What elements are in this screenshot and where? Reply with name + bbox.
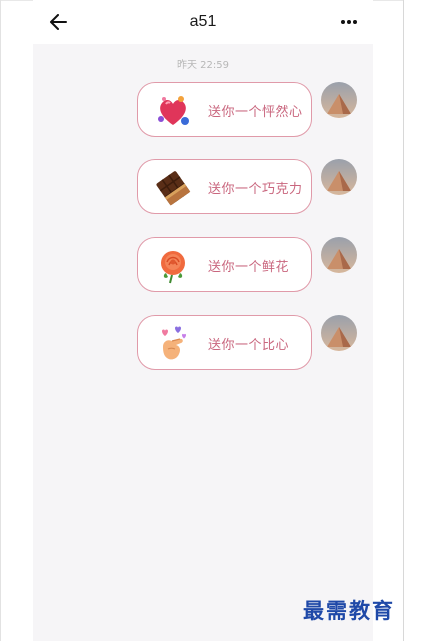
hearts-icon	[158, 96, 189, 125]
avatar[interactable]	[321, 159, 357, 195]
message-timestamp: 昨天 22:59	[177, 60, 229, 71]
chat-screen: a51 昨天 22:59 送你一个怦然心 送你一个巧克力 送你一个鲜花 送你一个…	[33, 0, 373, 641]
watermark-text: 最需教育	[303, 598, 395, 623]
avatar-image	[321, 237, 357, 273]
avatar-image	[321, 82, 357, 118]
avatar[interactable]	[321, 315, 357, 351]
message-row: 送你一个比心	[33, 315, 373, 371]
chocolate-icon	[156, 171, 191, 206]
gift-message-text: 送你一个比心	[208, 338, 290, 353]
avatar[interactable]	[321, 82, 357, 118]
gift-message-text: 送你一个巧克力	[208, 182, 303, 197]
chat-header: a51	[33, 0, 373, 44]
message-row: 送你一个鲜花	[33, 237, 373, 293]
more-horizontal-icon	[341, 20, 357, 24]
gift-message-bubble[interactable]: 送你一个怦然心	[137, 82, 312, 137]
finger-heart-icon	[162, 326, 186, 360]
rose-icon	[161, 251, 185, 284]
avatar-image	[321, 159, 357, 195]
chat-title: a51	[189, 13, 217, 30]
avatar[interactable]	[321, 237, 357, 273]
more-button[interactable]	[337, 11, 361, 33]
frame-border-left	[0, 0, 1, 641]
frame-border-right	[403, 0, 404, 641]
arrow-left-icon	[50, 14, 67, 30]
gift-message-bubble[interactable]: 送你一个比心	[137, 315, 312, 370]
gift-message-bubble[interactable]: 送你一个巧克力	[137, 159, 312, 214]
back-button[interactable]	[47, 11, 69, 33]
message-row: 送你一个巧克力	[33, 159, 373, 215]
gift-message-text: 送你一个怦然心	[208, 105, 303, 120]
avatar-image	[321, 315, 357, 351]
gift-message-text: 送你一个鲜花	[208, 260, 290, 275]
gift-message-bubble[interactable]: 送你一个鲜花	[137, 237, 312, 292]
message-row: 送你一个怦然心	[33, 82, 373, 138]
